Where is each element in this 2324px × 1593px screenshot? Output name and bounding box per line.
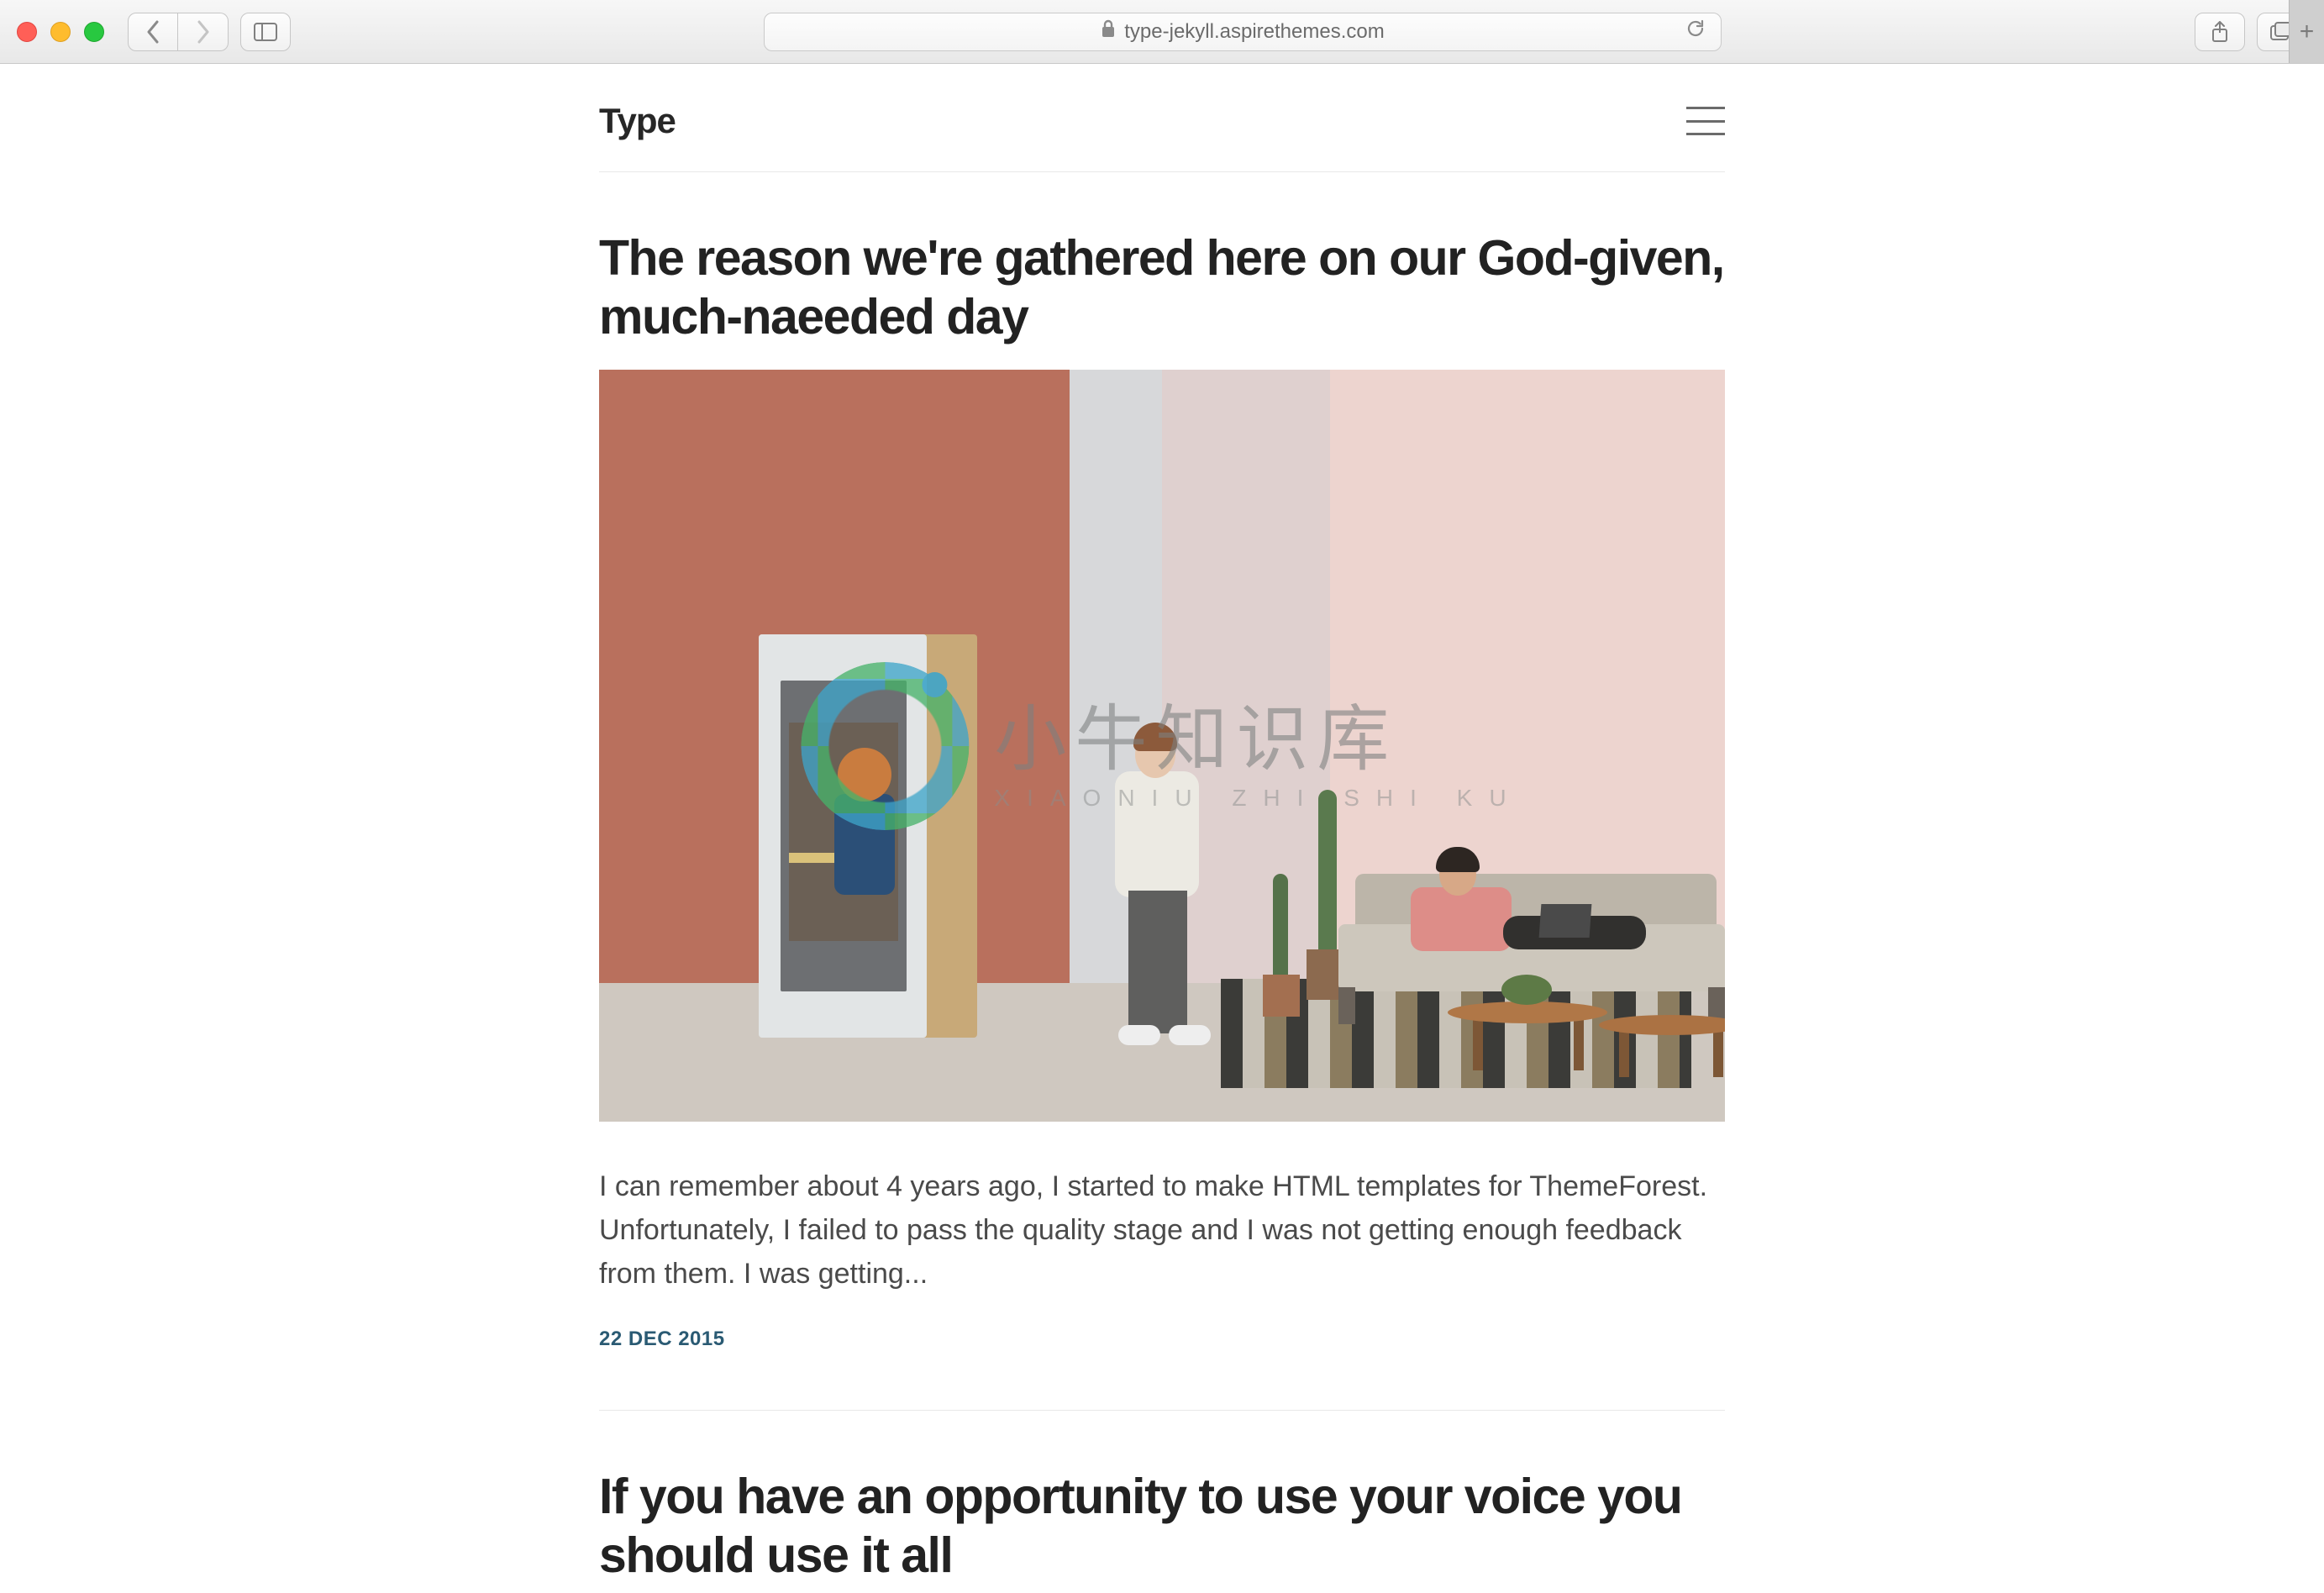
share-button[interactable] bbox=[2195, 13, 2245, 51]
address-bar[interactable]: type-jekyll.aspirethemes.com bbox=[764, 13, 1722, 51]
post-excerpt: I can remember about 4 years ago, I star… bbox=[599, 1165, 1725, 1296]
page-viewport: Type The reason we're gathered here on o… bbox=[0, 64, 2324, 1593]
address-bar-host: type-jekyll.aspirethemes.com bbox=[1124, 20, 1384, 44]
back-button[interactable] bbox=[128, 13, 178, 51]
zoom-window-button[interactable] bbox=[84, 22, 104, 42]
post-title-link[interactable]: If you have an opportunity to use your v… bbox=[599, 1469, 1681, 1583]
post: If you have an opportunity to use your v… bbox=[599, 1468, 1725, 1593]
lock-icon bbox=[1101, 19, 1116, 44]
sidebar-toggle-button[interactable] bbox=[240, 13, 291, 51]
close-window-button[interactable] bbox=[17, 22, 37, 42]
new-tab-button[interactable]: + bbox=[2289, 0, 2324, 63]
site-title[interactable]: Type bbox=[599, 101, 676, 141]
site-header: Type bbox=[599, 84, 1725, 172]
browser-toolbar: type-jekyll.aspirethemes.com + bbox=[0, 0, 2324, 64]
minimize-window-button[interactable] bbox=[50, 22, 71, 42]
post-date: 22 DEC 2015 bbox=[599, 1328, 1725, 1351]
window-controls bbox=[17, 22, 104, 42]
post-title-link[interactable]: The reason we're gathered here on our Go… bbox=[599, 230, 1724, 344]
reload-button[interactable] bbox=[1685, 18, 1706, 45]
post-hero-image[interactable]: 小牛知识库 XIAONIU ZHI SHI KU bbox=[599, 370, 1725, 1122]
post-divider bbox=[599, 1410, 1725, 1411]
nav-back-forward-group bbox=[128, 13, 229, 51]
post: The reason we're gathered here on our Go… bbox=[599, 229, 1725, 1351]
menu-toggle-button[interactable] bbox=[1686, 107, 1725, 135]
forward-button[interactable] bbox=[178, 13, 229, 51]
